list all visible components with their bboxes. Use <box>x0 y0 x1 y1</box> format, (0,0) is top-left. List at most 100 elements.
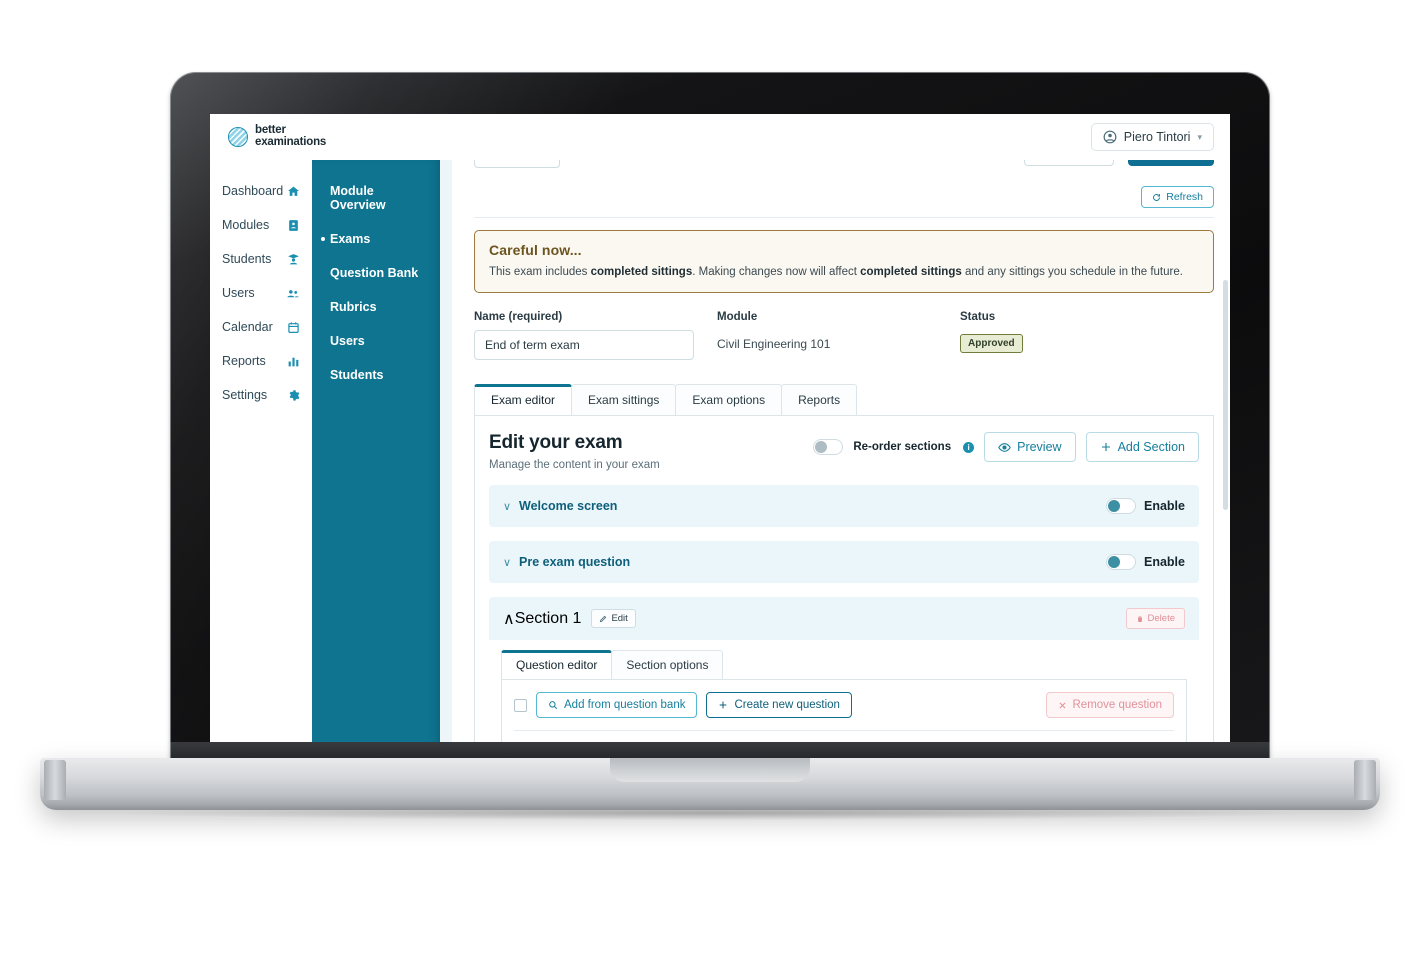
toggle-knob <box>1108 556 1120 569</box>
add-section-button[interactable]: Add Section <box>1085 432 1199 463</box>
tab-exam-sittings[interactable]: Exam sittings <box>571 384 677 416</box>
section-edit-button[interactable]: Edit <box>591 609 636 629</box>
warning-alert: Careful now... This exam includes comple… <box>474 230 1214 294</box>
chevron-down-icon[interactable]: ∨ <box>503 556 519 569</box>
subtab-section-options[interactable]: Section options <box>611 650 724 680</box>
chevron-up-icon[interactable]: ∧ <box>503 609 515 629</box>
trash-icon <box>1136 615 1144 623</box>
exam-name-field-group: Name (required) <box>474 311 717 361</box>
status-badge: Approved <box>960 334 1023 354</box>
gear-icon <box>287 389 300 402</box>
sidebar-item-users[interactable]: Users <box>210 276 312 310</box>
pre-exam-question-row[interactable]: ∨ Pre exam question Enable <box>489 541 1199 584</box>
section-1-title: Section 1 <box>514 609 582 627</box>
sidebar-item-modules[interactable]: Modules <box>210 208 312 242</box>
alert-bold-1: completed sittings <box>590 266 693 278</box>
primary-nav-label: Calendar <box>222 320 273 334</box>
laptop-base-notch <box>610 758 810 782</box>
clipped-back-button[interactable] <box>474 160 560 168</box>
select-all-checkbox[interactable] <box>514 698 527 712</box>
application-window: better examinations Piero Tintori ▾ Dash… <box>210 114 1230 756</box>
pre-exam-question-toggle[interactable] <box>1106 554 1136 571</box>
chevron-down-icon[interactable]: ∨ <box>503 500 519 513</box>
editor-header: Edit your exam Manage the content in you… <box>489 432 1199 471</box>
home-icon <box>287 185 300 198</box>
laptop-base-right-edge <box>1354 760 1376 800</box>
sidebar-item-calendar[interactable]: Calendar <box>210 310 312 344</box>
section-edit-label: Edit <box>611 613 628 625</box>
exam-name-label: Name (required) <box>474 311 563 324</box>
welcome-screen-controls: Enable <box>1106 498 1185 515</box>
section-delete-button[interactable]: Delete <box>1125 608 1185 630</box>
sidebar-item-question-bank[interactable]: Question Bank <box>312 256 440 290</box>
sidebar-item-reports[interactable]: Reports <box>210 344 312 378</box>
subtab-question-editor[interactable]: Question editor <box>501 650 613 680</box>
info-icon[interactable]: i <box>963 441 975 453</box>
exam-meta-row: Name (required) Module Civil Engineering… <box>474 311 1214 361</box>
section-1-body: Question editor Section options Add from… <box>489 640 1199 756</box>
section-1-header[interactable]: ∧ Section 1 Edit Delete <box>489 597 1199 640</box>
exam-tabs: Exam editor Exam sittings Exam options R… <box>474 384 1214 416</box>
bar-chart-icon <box>287 355 300 368</box>
user-menu-button[interactable]: Piero Tintori ▾ <box>1090 123 1214 151</box>
sidebar-item-settings[interactable]: Settings <box>210 378 312 412</box>
clipped-primary-button[interactable] <box>1128 160 1214 166</box>
clipped-toolbar-row <box>474 160 1214 176</box>
tab-reports[interactable]: Reports <box>781 384 858 416</box>
reorder-sections-toggle[interactable] <box>813 439 844 456</box>
preview-button[interactable]: Preview <box>984 432 1076 463</box>
pencil-icon <box>599 615 607 623</box>
alert-text-1: This exam includes <box>489 266 591 278</box>
scrollbar-thumb[interactable] <box>1223 280 1228 510</box>
scrollbar-track[interactable] <box>1222 160 1228 756</box>
x-icon <box>1058 701 1067 710</box>
toggle-knob <box>1108 500 1120 513</box>
clipped-secondary-button[interactable] <box>1024 160 1114 166</box>
add-from-bank-label: Add from question bank <box>564 699 686 712</box>
refresh-button[interactable]: Refresh <box>1141 186 1214 208</box>
main-content: Refresh Careful now... This exam include… <box>452 160 1230 756</box>
chevron-down-icon: ▾ <box>1197 131 1202 142</box>
primary-nav-label: Settings <box>222 388 268 402</box>
create-new-question-label: Create new question <box>734 699 840 712</box>
add-from-question-bank-button[interactable]: Add from question bank <box>536 692 698 719</box>
pre-exam-controls: Enable <box>1106 554 1185 571</box>
exam-name-input[interactable] <box>474 330 694 361</box>
plus-icon <box>1100 441 1112 453</box>
welcome-screen-row[interactable]: ∨ Welcome screen Enable <box>489 485 1199 528</box>
secondary-sidebar: Module Overview Exams Question Bank Rubr… <box>312 160 440 756</box>
alert-bold-2: completed sittings <box>860 266 962 278</box>
sidebar-item-sec-students[interactable]: Students <box>312 358 440 392</box>
laptop-screen: better examinations Piero Tintori ▾ Dash… <box>210 114 1230 756</box>
tab-exam-editor[interactable]: Exam editor <box>474 384 573 416</box>
sidebar-item-exams[interactable]: Exams <box>312 222 440 256</box>
sidebar-item-module-overview[interactable]: Module Overview <box>312 174 440 222</box>
id-badge-icon <box>287 219 300 232</box>
primary-nav-label: Reports <box>222 354 266 368</box>
module-label: Module <box>717 311 758 324</box>
welcome-screen-toggle[interactable] <box>1106 498 1136 515</box>
primary-nav-label: Students <box>222 252 272 266</box>
brand-mark-icon <box>228 127 248 147</box>
tab-exam-options[interactable]: Exam options <box>675 384 783 416</box>
welcome-screen-label: Welcome screen <box>519 499 618 514</box>
module-field-group: Module Civil Engineering 101 <box>717 311 960 360</box>
sidebar-item-students[interactable]: Students <box>210 242 312 276</box>
app-body: Dashboard Modules Students Users Calenda… <box>210 160 1230 756</box>
section-subtabs: Question editor Section options <box>501 650 1187 680</box>
alert-title: Careful now... <box>489 242 582 258</box>
top-bar: better examinations Piero Tintori ▾ <box>210 114 1230 160</box>
plus-icon <box>718 700 728 710</box>
exam-editor-panel: Edit your exam Manage the content in you… <box>474 415 1214 756</box>
reorder-sections-label: Re-order sections <box>853 441 952 454</box>
sidebar-item-dashboard[interactable]: Dashboard <box>210 174 312 208</box>
laptop-lid: better examinations Piero Tintori ▾ Dash… <box>170 72 1270 764</box>
sidebar-item-rubrics[interactable]: Rubrics <box>312 290 440 324</box>
editor-actions: Re-order sections i Preview Add Section <box>813 432 1199 463</box>
content-gutter <box>440 160 452 756</box>
sidebar-item-sec-users[interactable]: Users <box>312 324 440 358</box>
create-new-question-button[interactable]: Create new question <box>706 692 852 719</box>
laptop-base-left-edge <box>44 760 66 800</box>
remove-question-button[interactable]: Remove question <box>1045 692 1174 719</box>
search-icon <box>548 700 558 710</box>
